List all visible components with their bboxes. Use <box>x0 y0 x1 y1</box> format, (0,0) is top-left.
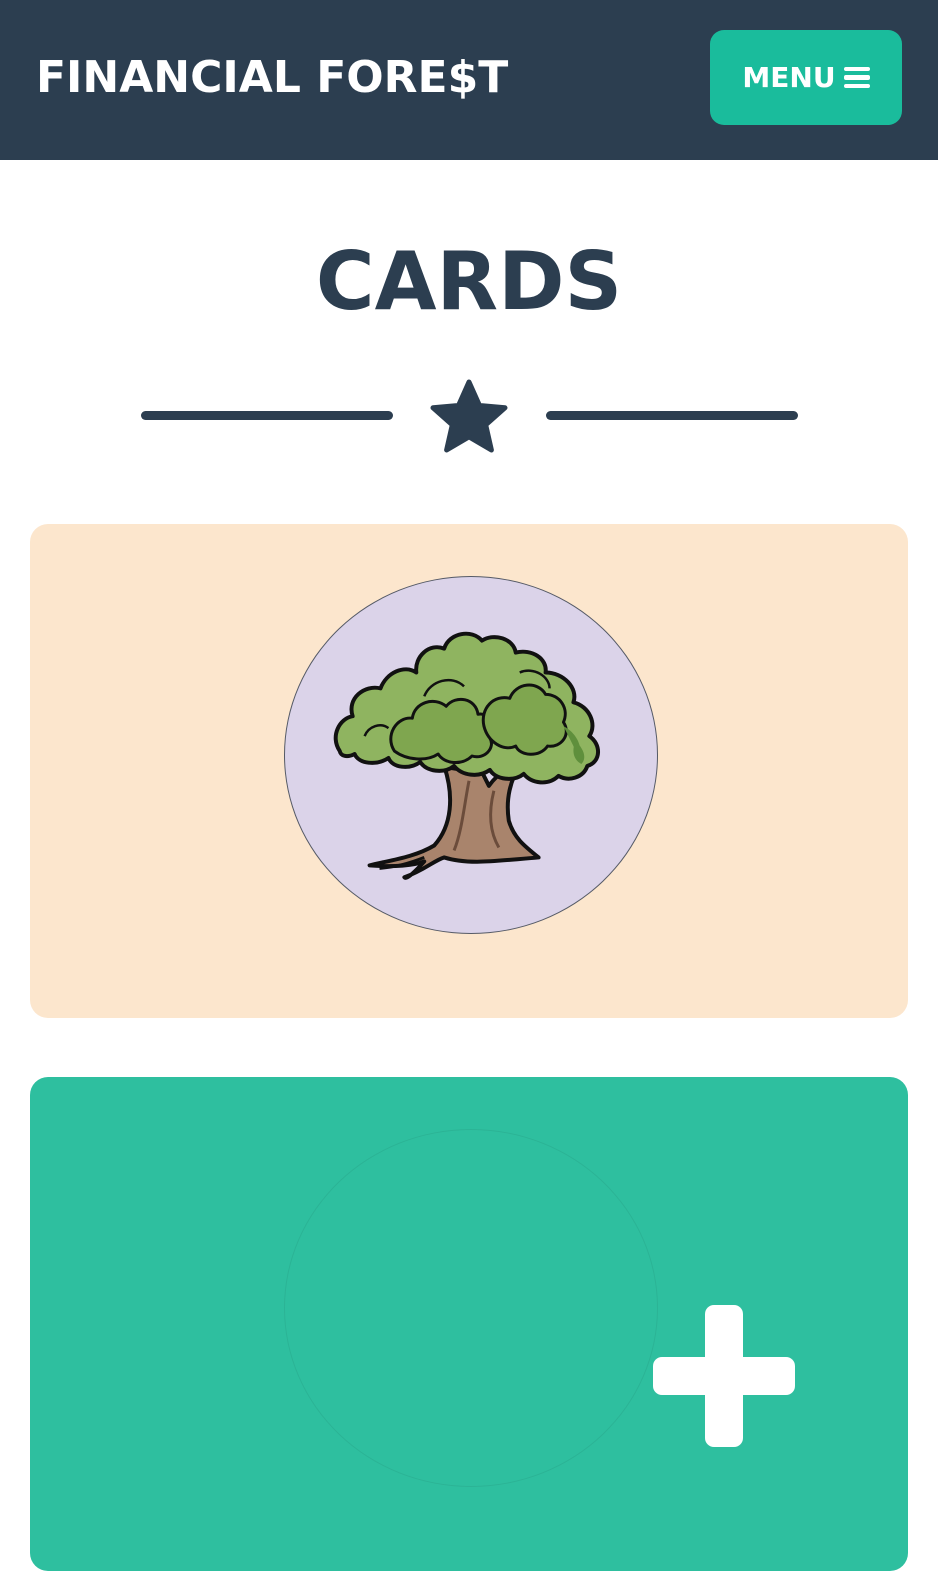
divider-line-right <box>546 411 798 420</box>
page-title: CARDS <box>315 235 623 328</box>
navbar: FINANCIAL FORE$T MENU <box>0 0 938 160</box>
tree-illustration <box>333 631 601 880</box>
tree-avatar <box>284 576 658 934</box>
menu-label: MENU <box>742 61 836 94</box>
add-card-circle <box>284 1129 795 1487</box>
tree-card[interactable] <box>30 524 908 1018</box>
brand-title[interactable]: FINANCIAL FORE$T <box>36 50 508 106</box>
plus-icon <box>653 1305 795 1447</box>
divider-line-left <box>141 411 393 420</box>
star-icon <box>430 379 508 453</box>
add-card-button[interactable] <box>30 1077 908 1571</box>
menu-button[interactable]: MENU <box>710 30 902 125</box>
hamburger-icon <box>843 66 870 89</box>
